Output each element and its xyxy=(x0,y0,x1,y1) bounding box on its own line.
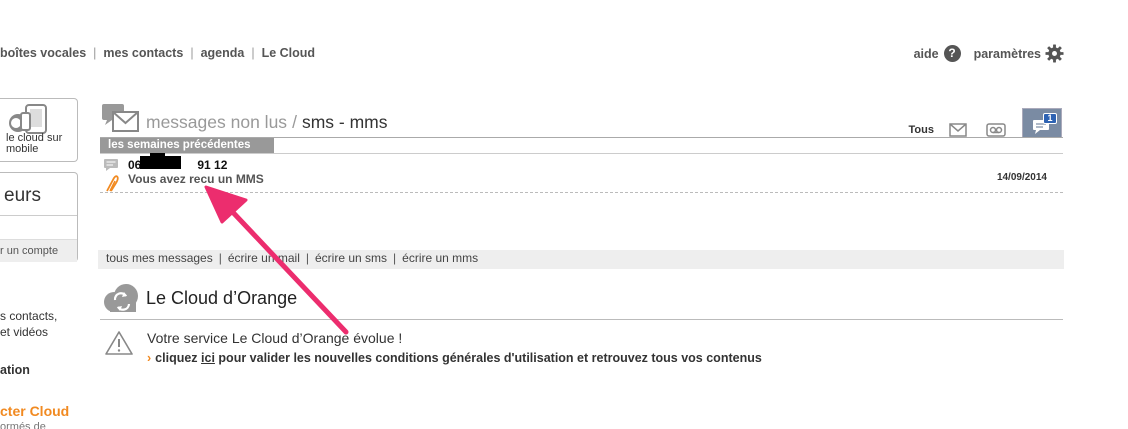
action-separator: | xyxy=(393,251,397,265)
question-mark-icon[interactable]: ? xyxy=(943,45,961,62)
top-right-links: aide ? paramètres xyxy=(914,44,1064,63)
message-row[interactable]: 06 91 12 Vous avez recu un MMS 14/09/2014 xyxy=(100,153,1063,193)
group-rule xyxy=(100,153,1063,154)
message-date: 14/09/2014 xyxy=(996,172,1047,183)
cloud-notice: Votre service Le Cloud d’Orange évolue ! xyxy=(147,330,403,346)
message-subject[interactable]: Vous avez recu un MMS xyxy=(128,172,264,186)
attachment-icon xyxy=(106,175,119,192)
action-separator: | xyxy=(218,251,222,265)
cloud-section-header: Le Cloud d’Orange xyxy=(100,282,297,314)
help-link[interactable]: aide xyxy=(914,47,939,61)
chevron-right-icon: › xyxy=(147,351,152,365)
week-group-label: les semaines précédentes xyxy=(100,138,274,153)
top-nav: boîtes vocales | mes contacts | agenda |… xyxy=(0,45,315,61)
filter-all[interactable]: Tous xyxy=(909,124,934,136)
sidebar-text: et vidéos xyxy=(0,325,49,339)
action-write-mms[interactable]: écrire un mms xyxy=(402,251,478,265)
cloud-mobile-icon xyxy=(9,104,47,134)
gear-icon[interactable] xyxy=(1045,44,1064,63)
divider xyxy=(0,215,77,216)
redaction-block xyxy=(140,156,181,169)
sidebar-bold-link[interactable]: ation xyxy=(0,363,30,377)
cloud-mobile-label: le cloud sur mobile xyxy=(6,132,63,155)
nav-separator: | xyxy=(93,46,97,60)
cta-prefix: cliquez xyxy=(155,351,198,365)
sidebar-text: ormés de xyxy=(0,421,46,429)
message-filters: Tous 1 xyxy=(909,108,1062,138)
cta-suffix: pour valider les nouvelles conditions gé… xyxy=(218,351,762,365)
messages-title-muted: messages non lus xyxy=(146,112,288,132)
action-all-messages[interactable]: tous mes messages xyxy=(106,251,213,265)
sidebar-orange-link[interactable]: cter Cloud xyxy=(0,403,69,419)
action-write-sms[interactable]: écrire un sms xyxy=(315,251,387,265)
cloud-section-title: Le Cloud d’Orange xyxy=(146,287,298,308)
cloud-sync-icon xyxy=(104,284,138,312)
redaction-block xyxy=(150,153,165,157)
settings-link[interactable]: paramètres xyxy=(974,47,1041,61)
message-action-bar: tous mes messages | écrire un mail | écrire … xyxy=(98,250,1064,269)
sidebar-box: eurs r un compte xyxy=(0,172,78,262)
mail-filter-icon[interactable] xyxy=(946,122,970,138)
nav-voicemail[interactable]: boîtes vocales xyxy=(0,46,86,60)
nav-agenda[interactable]: agenda xyxy=(201,46,245,60)
cloud-mobile-box[interactable]: le cloud sur mobile xyxy=(0,98,78,162)
nav-separator: | xyxy=(251,46,255,60)
sidebar-box-footer[interactable]: r un compte xyxy=(0,239,77,262)
nav-separator: | xyxy=(190,46,194,60)
action-write-mail[interactable]: écrire un mail xyxy=(228,251,300,265)
action-separator: | xyxy=(305,251,309,265)
cloud-cta: › cliquez ici pour valider les nouvelles … xyxy=(147,351,762,365)
sms-icon xyxy=(104,159,118,171)
messages-title-separator: / xyxy=(292,112,297,132)
sidebar-box-title: eurs xyxy=(4,185,41,206)
unread-count-badge: 1 xyxy=(1043,113,1057,124)
cta-link[interactable]: ici xyxy=(201,351,215,365)
nav-cloud[interactable]: Le Cloud xyxy=(262,46,315,60)
messages-title-main: sms - mms xyxy=(301,112,388,132)
voicemail-filter-icon[interactable] xyxy=(984,122,1008,138)
sidebar-text: s contacts, xyxy=(0,309,58,323)
messages-title: messages non lus / sms - mms xyxy=(100,103,387,133)
warning-icon xyxy=(105,331,133,355)
nav-contacts[interactable]: mes contacts xyxy=(103,46,183,60)
cloud-rule xyxy=(100,319,1063,320)
sms-mms-filter-active[interactable]: 1 xyxy=(1022,108,1062,138)
